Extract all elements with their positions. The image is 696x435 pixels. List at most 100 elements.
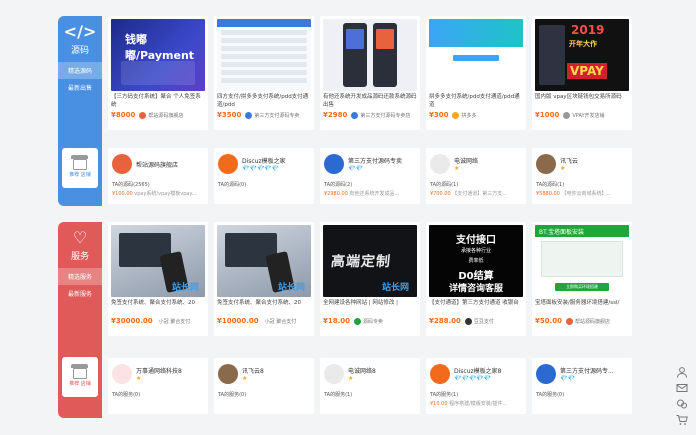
product-card[interactable]: 支付接口 承接各种行业 费率低 D0结算 详情咨询客服 【支付通道】第三方支付通…	[426, 222, 526, 336]
category-service-header[interactable]: ♡ 服务	[58, 222, 102, 268]
seller-name[interactable]: 第三方支付源码专卖店	[360, 112, 410, 119]
product-thumbnail[interactable]	[323, 19, 417, 91]
shop-count[interactable]: TA的服务(1)	[324, 391, 416, 398]
seller-name[interactable]: 豆豆支付	[474, 318, 494, 325]
product-title[interactable]: 国内版 vpay区块链钱包交易所源码	[535, 93, 629, 109]
shop-card[interactable]: 万事通网络科技8 ★ TA的服务(0)	[108, 358, 208, 414]
seller-name[interactable]: 拼多多	[461, 112, 476, 119]
thumbnail-text: BT.宝塔面板安装	[535, 225, 629, 237]
seller-name[interactable]: 小冠 聚合支付	[159, 318, 191, 325]
product-card[interactable]: 2019 开年大作 VPAY 国内版 vpay区块链钱包交易所源码 ¥1000 …	[532, 16, 632, 130]
shop-card[interactable]: Discuz模板之家8 💎💎💎💎💎 TA的服务(1) ¥10.00 程序搭建/模…	[426, 358, 526, 414]
shop-rating: ★	[454, 164, 460, 172]
shop-name[interactable]: Discuz模板之家8	[454, 366, 501, 375]
shop-name[interactable]: 电诚网络8	[348, 366, 376, 375]
shop-count[interactable]: TA的源码(0)	[218, 181, 310, 188]
seller-avatar	[351, 111, 359, 119]
product-card[interactable]: 站长网 免签支付系统、聚合支付系统、20 ¥30000.00 小冠 聚合支付	[108, 222, 208, 336]
product-card[interactable]: BT.宝塔面板安装 立即购买环境搭建 宝塔面板安装/服务器环境搭建/ssl/ ¥…	[532, 222, 632, 336]
product-title[interactable]: 【支付通道】第三方支付通道 收银台	[429, 299, 523, 315]
chat-icon[interactable]	[676, 398, 688, 410]
product-title[interactable]: 有他还系统开发成品源码还款系统源码出售	[323, 93, 417, 109]
product-thumbnail[interactable]	[217, 19, 311, 91]
shop-latest[interactable]: ¥5880.00 【电你云商城系统】...	[536, 190, 628, 197]
tab-latest-source[interactable]: 最新出售	[58, 79, 102, 96]
user-icon[interactable]	[676, 366, 688, 378]
product-thumbnail[interactable]: 2019 开年大作 VPAY	[535, 19, 629, 91]
product-card[interactable]: 高端定制 站长网 全网建设各种网站 | 网站修改 | ¥18.00 源码专卖	[320, 222, 420, 336]
product-title[interactable]: 全网建设各种网站 | 网站修改 |	[323, 299, 417, 315]
avatar	[536, 364, 556, 384]
tab-featured-source[interactable]: 精选源码	[58, 62, 102, 79]
cart-icon[interactable]	[676, 414, 688, 426]
product-card[interactable]: 四方支付/拼多多支付系统/pdd支付通道/pdd ¥3500 第三方支付源码专卖	[214, 16, 314, 130]
shop-card[interactable]: 电诚网络 ★ TA的源码(1) ¥700.00 【支付通道】第三方支...	[426, 148, 526, 204]
product-card[interactable]: 拼多多支付系统/pdd支付通道/pdd通道 ¥300 拼多多	[426, 16, 526, 130]
shop-count[interactable]: TA的源码(1)	[430, 181, 522, 188]
product-card[interactable]: 钱嘟嘟/Payment 【三方码支付系统】聚合 个人免签系统 ¥8000 帮站源…	[108, 16, 208, 130]
seller-name[interactable]: VPAY开发店铺	[572, 112, 604, 119]
shop-card[interactable]: 第三方支付源码专... 💎💎 TA的服务(0)	[532, 358, 632, 414]
shop-name[interactable]: 第三方支付源码专卖	[348, 156, 402, 165]
shop-name[interactable]: 第三方支付源码专...	[560, 366, 614, 375]
shop-icon	[71, 154, 88, 170]
product-card[interactable]: 有他还系统开发成品源码还款系统源码出售 ¥2980 第三方支付源码专卖店	[320, 16, 420, 130]
product-price: ¥1000	[535, 111, 560, 119]
shop-count[interactable]: TA的源码(1)	[536, 181, 628, 188]
shop-card[interactable]: 帮站源码旗舰店 TA的源码(2565) ¥100.00 vpay系统/vpay模…	[108, 148, 208, 204]
product-thumbnail[interactable]: 站长网	[111, 225, 205, 297]
product-price: ¥2980	[323, 111, 348, 119]
product-price: ¥8000	[111, 111, 136, 119]
thumbnail-text: 承接各种行业	[460, 248, 491, 254]
shop-latest[interactable]: ¥100.00 vpay系统/vpay模板vpay...	[112, 190, 204, 197]
shop-count[interactable]: TA的服务(0)	[112, 391, 204, 398]
product-title[interactable]: 四方支付/拼多多支付系统/pdd支付通道/pdd	[217, 93, 311, 109]
shop-latest[interactable]: ¥2980.00 有他还系统开发成品...	[324, 190, 416, 197]
mail-icon[interactable]	[676, 382, 688, 394]
product-thumbnail[interactable]: BT.宝塔面板安装 立即购买环境搭建	[535, 225, 629, 297]
recommended-shops-source[interactable]: 推荐 店铺	[62, 148, 98, 188]
product-price: ¥288.00	[429, 317, 461, 325]
seller-name[interactable]: 帮站源码旗舰店	[575, 318, 610, 325]
shop-latest[interactable]: ¥10.00 程序搭建/模版安装/插件...	[430, 400, 522, 407]
shop-count[interactable]: TA的源码(2565)	[112, 181, 204, 188]
product-thumbnail[interactable]: 站长网	[217, 225, 311, 297]
shop-name[interactable]: 万事通网络科技8	[136, 366, 182, 375]
product-title[interactable]: 宝塔面板安装/服务器环境搭建/ssl/	[535, 299, 629, 315]
product-title[interactable]: 免签支付系统、聚合支付系统、20	[217, 299, 311, 315]
shop-card[interactable]: Discuz模板之家 💎💎💎💎💎 TA的源码(0)	[214, 148, 314, 204]
product-thumbnail[interactable]: 高端定制 站长网	[323, 225, 417, 297]
seller-name[interactable]: 第三方支付源码专卖	[254, 112, 299, 119]
avatar	[430, 154, 450, 174]
shop-count[interactable]: TA的源码(2)	[324, 181, 416, 188]
shop-count[interactable]: TA的服务(1)	[430, 391, 522, 398]
product-card[interactable]: 站长网 免签支付系统、聚合支付系统、20 ¥10000.00 小冠 聚合支付	[214, 222, 314, 336]
shop-name[interactable]: 帮站源码旗舰店	[136, 160, 178, 169]
product-price: ¥18.00	[323, 317, 351, 325]
tab-latest-service[interactable]: 最新服务	[58, 285, 102, 302]
shop-latest[interactable]: ¥700.00 【支付通道】第三方支...	[430, 190, 522, 197]
shop-name[interactable]: Discuz模板之家	[242, 156, 286, 165]
category-source-header[interactable]: </> 源码	[58, 16, 102, 62]
recommended-shops-service[interactable]: 推荐 店铺	[62, 357, 98, 397]
product-title[interactable]: 拼多多支付系统/pdd支付通道/pdd通道	[429, 93, 523, 109]
shop-card[interactable]: 第三方支付源码专卖 💎💎 TA的源码(2) ¥2980.00 有他还系统开发成品…	[320, 148, 420, 204]
seller-name[interactable]: 小冠 聚合支付	[265, 318, 297, 325]
tab-featured-service[interactable]: 精选服务	[58, 268, 102, 285]
shop-card[interactable]: 讯飞云 ★ TA的源码(1) ¥5880.00 【电你云商城系统】...	[532, 148, 632, 204]
shop-card[interactable]: 电诚网络8 ★ TA的服务(1)	[320, 358, 420, 414]
product-thumbnail[interactable]: 钱嘟嘟/Payment	[111, 19, 205, 91]
shop-name[interactable]: 电诚网络	[454, 156, 478, 165]
seller-name[interactable]: 帮站源码旗舰店	[148, 112, 183, 119]
shop-count[interactable]: TA的服务(0)	[218, 391, 310, 398]
product-title[interactable]: 【三方码支付系统】聚合 个人免签系统	[111, 93, 205, 109]
product-thumbnail[interactable]	[429, 19, 523, 91]
product-thumbnail[interactable]: 支付接口 承接各种行业 费率低 D0结算 详情咨询客服	[429, 225, 523, 297]
shop-count[interactable]: TA的服务(0)	[536, 391, 628, 398]
product-price: ¥10000.00	[217, 317, 259, 325]
shop-name[interactable]: 讯飞云	[560, 156, 578, 165]
seller-name[interactable]: 源码专卖	[363, 318, 383, 325]
shop-card[interactable]: 讯飞云8 ★ TA的服务(0)	[214, 358, 314, 414]
shop-name[interactable]: 讯飞云8	[242, 366, 264, 375]
product-title[interactable]: 免签支付系统、聚合支付系统、20	[111, 299, 205, 315]
